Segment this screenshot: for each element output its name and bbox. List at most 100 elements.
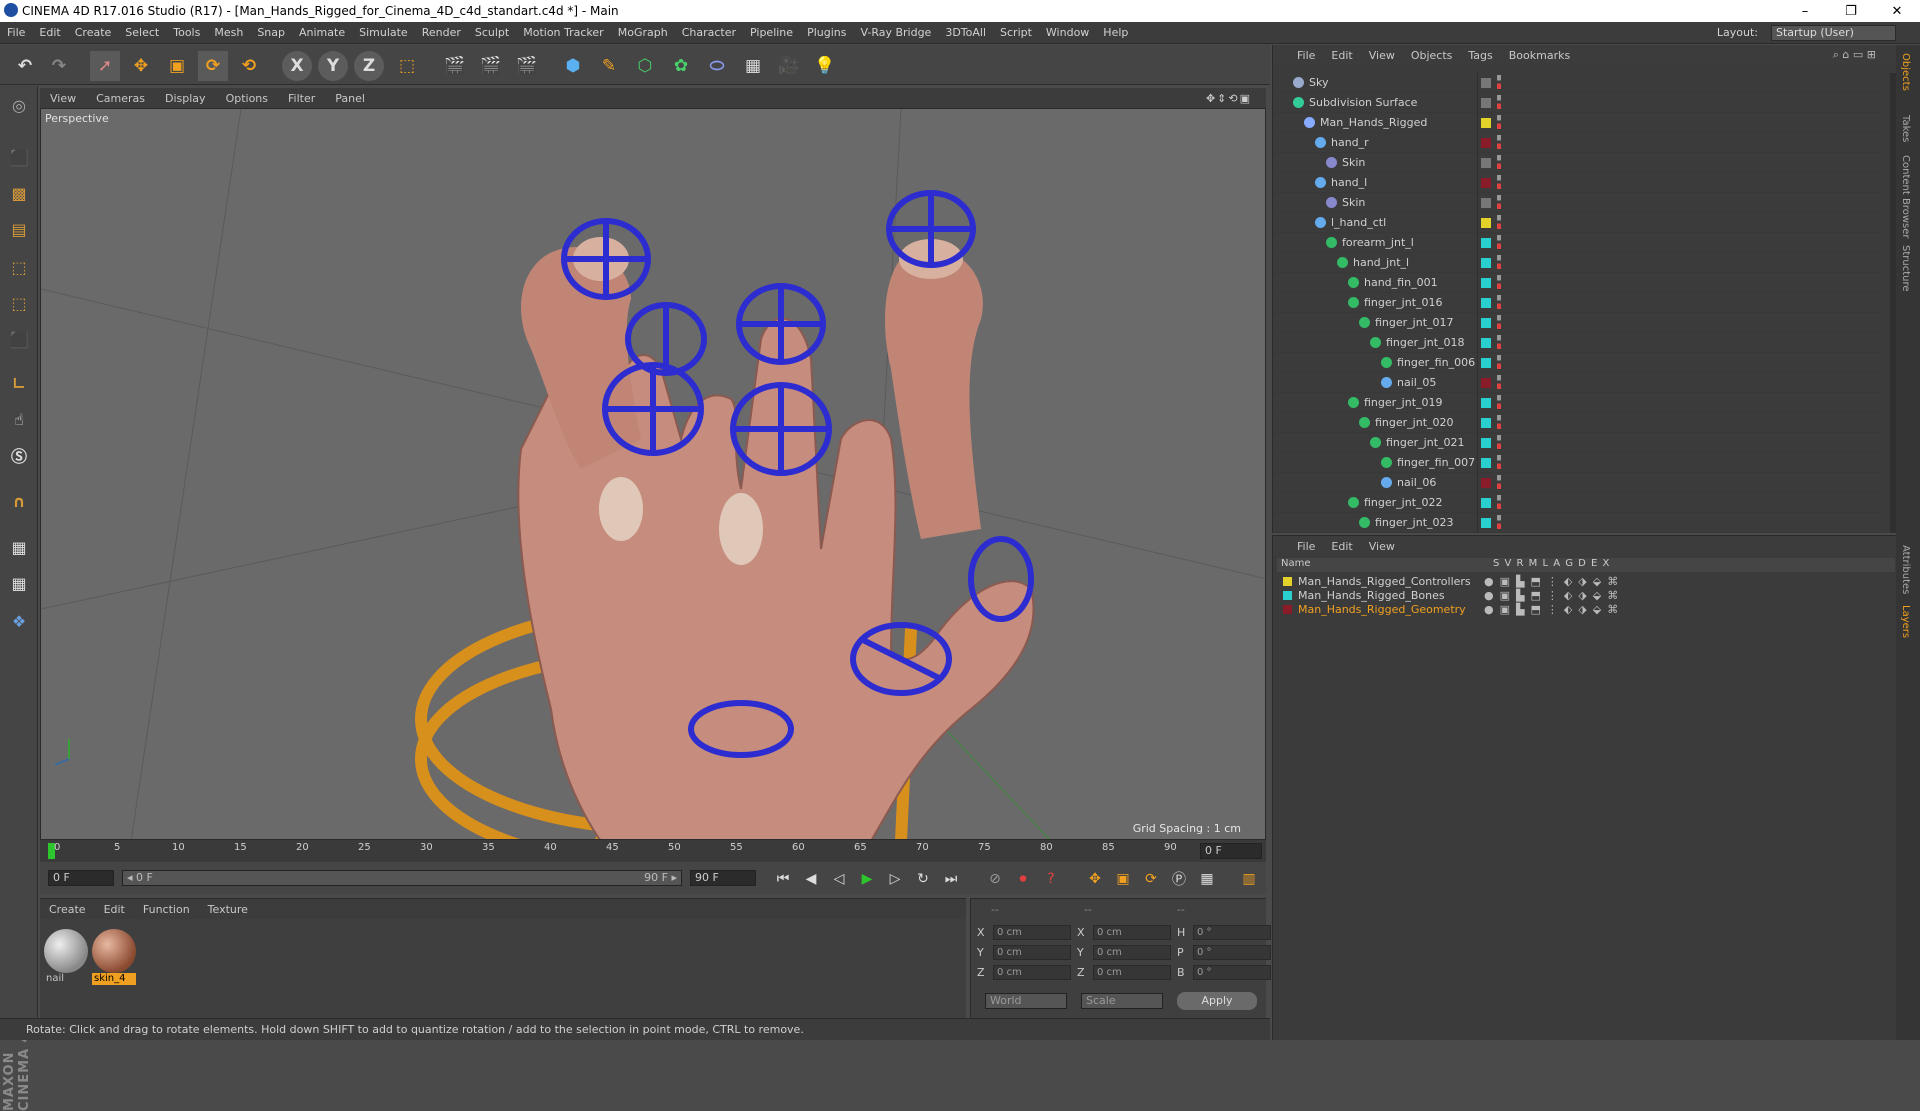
object-row[interactable]: finger_fin_006 [1273, 353, 1885, 373]
visibility-dots-icon[interactable] [1497, 255, 1501, 269]
visibility-dots-icon[interactable] [1497, 135, 1501, 149]
record-keys-icon[interactable]: ⊘ [984, 868, 1006, 890]
render-picture-viewer-icon[interactable]: 🎬 [476, 51, 506, 81]
world-dropdown[interactable]: World [985, 993, 1067, 1009]
objects-menu-bookmarks[interactable]: Bookmarks [1501, 49, 1578, 62]
layer-row-controllers[interactable]: Man_Hands_Rigged_Controllers ●▣▙⬒⋮⬖⬗⬙⌘ [1283, 574, 1624, 588]
y-axis-lock-button[interactable]: Y [318, 51, 348, 81]
key-param-icon[interactable]: Ⓟ [1168, 868, 1190, 890]
tab-layers[interactable]: Layers [1900, 605, 1911, 638]
object-row[interactable]: l_hand_ctl [1273, 213, 1885, 233]
objects-menu-edit[interactable]: Edit [1323, 49, 1360, 62]
visibility-dots-icon[interactable] [1497, 415, 1501, 429]
size-y-field[interactable]: 0 cm [1093, 945, 1171, 960]
visibility-dots-icon[interactable] [1497, 195, 1501, 209]
prev-frame-icon[interactable]: ◁ [828, 868, 850, 890]
object-row[interactable]: finger_jnt_019 [1273, 393, 1885, 413]
rotation-b-field[interactable]: 0 ° [1193, 965, 1271, 980]
cube-icon[interactable]: ⬢ [558, 51, 588, 81]
visibility-dots-icon[interactable] [1497, 375, 1501, 389]
viewport-menu-cameras[interactable]: Cameras [86, 92, 155, 105]
start-frame-field[interactable]: 0 F [48, 870, 114, 886]
tweak-mode-icon[interactable]: ☝ [4, 404, 34, 434]
menu-3dtoall[interactable]: 3DToAll [938, 26, 993, 39]
tab-attributes[interactable]: Attributes [1900, 545, 1911, 594]
visibility-dots-icon[interactable] [1497, 95, 1501, 109]
lock-workplane-icon[interactable]: ▦ [4, 532, 34, 562]
layer-color-swatch[interactable] [1481, 138, 1491, 148]
position-x-field[interactable]: 0 cm [993, 925, 1071, 940]
menu-simulate[interactable]: Simulate [352, 26, 415, 39]
menu-script[interactable]: Script [993, 26, 1039, 39]
visibility-dots-icon[interactable] [1497, 455, 1501, 469]
layer-row-geometry[interactable]: Man_Hands_Rigged_Geometry ●▣▙⬒⋮⬖⬗⬙⌘ [1283, 602, 1624, 616]
object-row[interactable]: nail_05 [1273, 373, 1885, 393]
visibility-dots-icon[interactable] [1497, 115, 1501, 129]
visibility-dots-icon[interactable] [1497, 275, 1501, 289]
object-row[interactable]: finger_jnt_017 [1273, 313, 1885, 333]
perspective-viewport[interactable]: Perspective Grid Spacing : 1 cm [40, 108, 1266, 840]
visibility-dots-icon[interactable] [1497, 515, 1501, 529]
menu-sculpt[interactable]: Sculpt [468, 26, 516, 39]
apply-button[interactable]: Apply [1177, 992, 1257, 1010]
python-icon[interactable]: ❖ [4, 606, 34, 636]
layers-menu-view[interactable]: View [1361, 540, 1403, 553]
axis-mode-icon[interactable]: ∟ [4, 368, 34, 398]
polygons-mode-icon[interactable]: ⬛ [4, 324, 34, 354]
material-menu-function[interactable]: Function [134, 903, 199, 916]
render-view-icon[interactable]: 🎬 [440, 51, 470, 81]
subdivision-surface-icon[interactable]: ⬡ [630, 51, 660, 81]
magnet-icon[interactable]: ∩ [4, 486, 34, 516]
tab-objects[interactable]: Objects [1900, 53, 1911, 91]
frame-range-slider[interactable]: ◂ 0 F 90 F ▸ [122, 870, 682, 886]
tab-structure[interactable]: Structure [1900, 245, 1911, 292]
layer-flag-icons[interactable]: ●▣▙⬒⋮⬖⬗⬙⌘ [1484, 603, 1624, 616]
layer-color-swatch[interactable] [1481, 498, 1491, 508]
viewport-navigation-icons[interactable]: ✥⇕⟲▣ [1196, 92, 1262, 105]
tab-content-browser[interactable]: Content Browser [1900, 155, 1911, 238]
layer-color-swatch[interactable] [1481, 178, 1491, 188]
key-rotation-icon[interactable]: ⟳ [1140, 868, 1162, 890]
object-row[interactable]: Skin [1273, 153, 1885, 173]
edges-mode-icon[interactable]: ⬚ [4, 288, 34, 318]
layer-color-swatch[interactable] [1481, 438, 1491, 448]
menu-file[interactable]: File [0, 26, 32, 39]
prev-key-icon[interactable]: ◀ [800, 868, 822, 890]
key-position-icon[interactable]: ✥ [1084, 868, 1106, 890]
layer-color-swatch[interactable] [1481, 398, 1491, 408]
mograph-cloner-icon[interactable]: ✿ [666, 51, 696, 81]
maximize-button[interactable]: ❐ [1828, 0, 1874, 22]
object-row[interactable]: Skin [1273, 193, 1885, 213]
layer-row-bones[interactable]: Man_Hands_Rigged_Bones ●▣▙⬒⋮⬖⬗⬙⌘ [1283, 588, 1624, 602]
next-frame-icon[interactable]: ▷ [884, 868, 906, 890]
material-menu-create[interactable]: Create [40, 903, 95, 916]
menu-select[interactable]: Select [118, 26, 166, 39]
object-row[interactable]: hand_fin_001 [1273, 273, 1885, 293]
coordinate-system-icon[interactable]: ⬚ [392, 51, 422, 81]
recent-tools-icon[interactable]: ⟲ [234, 51, 264, 81]
key-scale-icon[interactable]: ▣ [1112, 868, 1134, 890]
object-row[interactable]: hand_jnt_l [1273, 253, 1885, 273]
menu-plugins[interactable]: Plugins [800, 26, 853, 39]
layer-color-swatch[interactable] [1481, 278, 1491, 288]
object-row[interactable]: finger_fin_007 [1273, 453, 1885, 473]
visibility-dots-icon[interactable] [1497, 215, 1501, 229]
texture-mode-icon[interactable]: ▩ [4, 178, 34, 208]
render-settings-icon[interactable]: 🎬 [512, 51, 542, 81]
layer-color-swatch[interactable] [1481, 158, 1491, 168]
menu-render[interactable]: Render [415, 26, 468, 39]
model-mode-icon[interactable]: ⬛ [4, 142, 34, 172]
layer-color-swatch[interactable] [1481, 298, 1491, 308]
visibility-dots-icon[interactable] [1497, 355, 1501, 369]
menu-mesh[interactable]: Mesh [207, 26, 250, 39]
menu-edit[interactable]: Edit [32, 26, 67, 39]
layers-menu-file[interactable]: File [1289, 540, 1323, 553]
layer-color-swatch[interactable] [1481, 418, 1491, 428]
viewport-menu-panel[interactable]: Panel [325, 92, 375, 105]
make-editable-icon[interactable]: ◎ [4, 90, 34, 120]
live-selection-icon[interactable]: ➚ [90, 51, 120, 81]
object-row[interactable]: finger_jnt_023 [1273, 513, 1885, 533]
play-icon[interactable]: ▶ [856, 868, 878, 890]
timeline-window-icon[interactable]: ▥ [1238, 868, 1260, 890]
x-axis-lock-button[interactable]: X [282, 51, 312, 81]
